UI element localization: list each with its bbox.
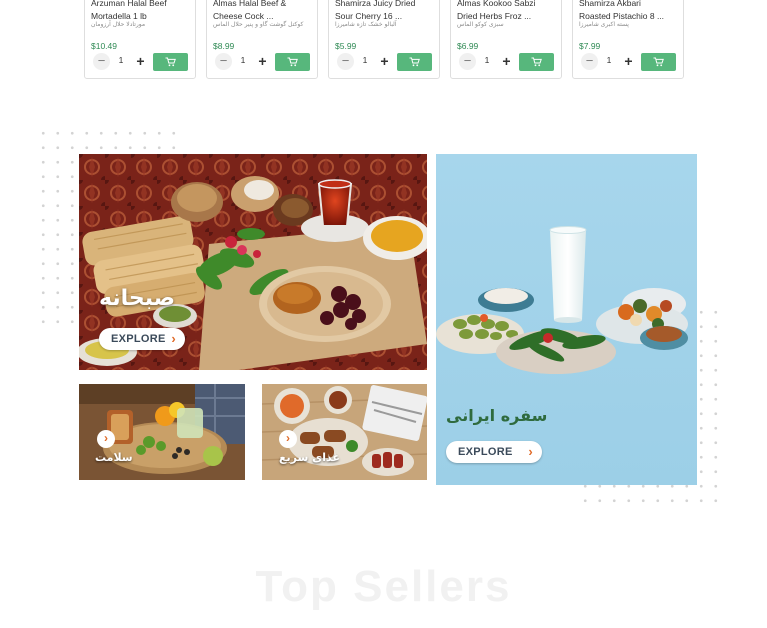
sofreh-banner[interactable]: سفره ایرانی EXPLORE › <box>436 154 697 485</box>
explore-label: EXPLORE <box>111 333 166 345</box>
product-name[interactable]: Shamirza Akbari Roasted Pistachio 8 ... <box>579 0 679 23</box>
cart-icon <box>165 57 176 67</box>
product-alt-name: مورتادلا حلال آرزومان <box>91 21 146 28</box>
sofreh-explore-button[interactable]: EXPLORE › <box>446 441 542 463</box>
product-alt-name: پسته اکبری شامیرزا <box>579 21 629 28</box>
quantity-stepper: − 1 + <box>93 53 149 70</box>
breakfast-banner[interactable]: صبحانه EXPLORE › <box>79 154 427 370</box>
quantity-stepper: − 1 + <box>215 53 271 70</box>
product-card[interactable]: Arzuman Halal Beef Mortadella 1 lb مورتا… <box>84 0 196 79</box>
product-alt-name: آلبالو خشک تازه شامیرزا <box>335 21 397 28</box>
quantity-value[interactable]: 1 <box>358 55 372 65</box>
product-alt-name: کوکتل گوشت گاو و پنیر حلال الماس <box>213 21 304 28</box>
product-price: $6.99 <box>457 41 479 51</box>
add-to-cart-button[interactable] <box>397 53 432 71</box>
product-name[interactable]: Arzuman Halal Beef Mortadella 1 lb <box>91 0 191 23</box>
cart-icon <box>409 57 420 67</box>
product-alt-name: سبزی کوکو الماس <box>457 21 504 28</box>
product-price: $8.99 <box>213 41 235 51</box>
product-card[interactable]: Almas Kookoo Sabzi Dried Herbs Froz ... … <box>450 0 562 79</box>
quantity-stepper: − 1 + <box>581 53 637 70</box>
sofreh-image <box>436 154 697 485</box>
add-to-cart-button[interactable] <box>275 53 310 71</box>
chevron-right-icon[interactable]: › <box>97 430 115 448</box>
fastfood-title: غذای سریع <box>279 451 340 464</box>
decrease-button[interactable]: − <box>459 53 476 70</box>
product-name[interactable]: Almas Halal Beef & Cheese Cock ... <box>213 0 313 23</box>
explore-label: EXPLORE <box>458 446 513 458</box>
product-name[interactable]: Shamirza Juicy Dried Sour Cherry 16 ... <box>335 0 435 23</box>
chevron-right-icon: › <box>171 331 176 346</box>
product-card[interactable]: Shamirza Juicy Dried Sour Cherry 16 ... … <box>328 0 440 79</box>
quantity-stepper: − 1 + <box>459 53 515 70</box>
decrease-button[interactable]: − <box>215 53 232 70</box>
chevron-right-icon: › <box>528 444 533 459</box>
healthy-title: سلامت <box>95 451 133 464</box>
product-card[interactable]: Shamirza Akbari Roasted Pistachio 8 ... … <box>572 0 684 79</box>
increase-button[interactable]: + <box>498 53 515 70</box>
increase-button[interactable]: + <box>132 53 149 70</box>
decrease-button[interactable]: − <box>337 53 354 70</box>
quantity-value[interactable]: 1 <box>236 55 250 65</box>
quantity-stepper: − 1 + <box>337 53 393 70</box>
increase-button[interactable]: + <box>376 53 393 70</box>
increase-button[interactable]: + <box>254 53 271 70</box>
add-to-cart-button[interactable] <box>641 53 676 71</box>
breakfast-title: صبحانه <box>99 286 175 311</box>
product-card[interactable]: Almas Halal Beef & Cheese Cock ... کوکتل… <box>206 0 318 79</box>
section-title: Top Sellers <box>255 562 512 611</box>
add-to-cart-button[interactable] <box>153 53 188 71</box>
product-price: $10.49 <box>91 41 117 51</box>
cart-icon <box>531 57 542 67</box>
quantity-value[interactable]: 1 <box>114 55 128 65</box>
product-price: $7.99 <box>579 41 601 51</box>
decrease-button[interactable]: − <box>581 53 598 70</box>
add-to-cart-button[interactable] <box>519 53 554 71</box>
chevron-right-icon[interactable]: › <box>279 430 297 448</box>
increase-button[interactable]: + <box>620 53 637 70</box>
fastfood-banner[interactable]: › غذای سریع <box>262 384 427 480</box>
sofreh-title: سفره ایرانی <box>446 406 548 425</box>
quantity-value[interactable]: 1 <box>480 55 494 65</box>
cart-icon <box>287 57 298 67</box>
healthy-banner[interactable]: › سلامت <box>79 384 245 480</box>
cart-icon <box>653 57 664 67</box>
product-strip: Arzuman Halal Beef Mortadella 1 lb مورتا… <box>84 0 684 80</box>
decrease-button[interactable]: − <box>93 53 110 70</box>
quantity-value[interactable]: 1 <box>602 55 616 65</box>
breakfast-explore-button[interactable]: EXPLORE › <box>99 328 185 350</box>
product-name[interactable]: Almas Kookoo Sabzi Dried Herbs Froz ... <box>457 0 557 23</box>
product-price: $5.99 <box>335 41 357 51</box>
